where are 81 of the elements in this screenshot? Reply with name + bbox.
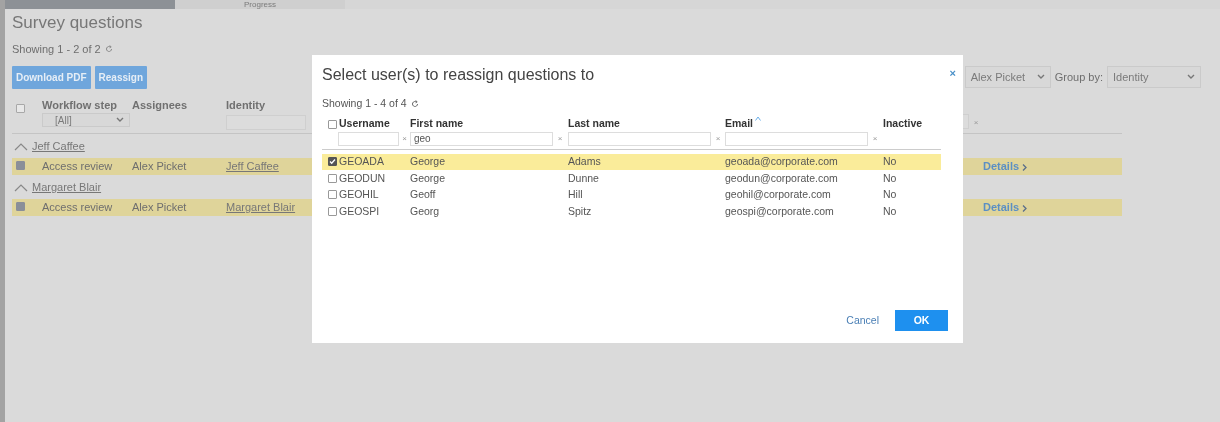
column-header[interactable]: Identity [226,96,306,113]
table-cell: GEOADA [339,155,384,168]
identity-link[interactable]: Jeff Caffee [226,160,279,173]
user-row[interactable]: GEOADA George Adams geoada@corporate.com No [322,153,941,171]
table-cell: geohil@corporate.com [725,188,831,201]
column-header[interactable]: First name [410,115,464,132]
clear-filter-icon[interactable]: × [969,117,983,129]
refresh-icon[interactable] [104,45,113,54]
row-checkbox[interactable] [328,206,337,216]
row-checkbox[interactable] [16,202,25,212]
table-cell: Geoff [410,188,436,201]
select-field[interactable]: [All] [42,113,130,127]
table-cell: GEOHIL [339,188,379,201]
table-cell: No [883,204,897,217]
column-header[interactable]: Inactive [883,115,923,132]
details-link[interactable]: Details [983,199,1028,216]
ok-button[interactable]: OK [895,310,948,331]
dialog-title: Select user(s) to reassign questions to [322,65,596,85]
result-count: Showing 1 - 4 of 4 [322,96,407,112]
clear-filter-icon[interactable]: × [711,132,725,145]
table-cell: No [883,188,897,201]
filter-field[interactable] [338,131,399,146]
result-count: Showing 1 - 2 of 2 [12,42,101,57]
row-checkbox[interactable] [328,190,337,200]
group-link[interactable]: Margaret Blair [32,178,102,196]
row-checkbox[interactable] [328,173,337,183]
row-checkbox[interactable] [16,161,25,171]
chevron-icon [1022,163,1028,171]
table-cell: geospi@corporate.com [725,204,834,217]
group-by-label: Group by: [1054,69,1103,85]
table-cell: Access review [42,201,113,214]
table-cell: geodun@corporate.com [725,171,838,184]
clear-filter-icon[interactable]: × [868,132,882,145]
filter-field[interactable] [568,131,711,146]
tab[interactable]: Progress [175,0,345,9]
close-button[interactable]: × [949,65,956,82]
filter-field[interactable] [725,131,868,146]
toolbar-button[interactable]: Reassign [94,65,148,89]
column-header[interactable]: Email [725,115,753,132]
row-checkbox[interactable] [328,157,337,167]
table-cell: Dunne [568,171,599,184]
select-all-checkbox[interactable] [16,103,25,113]
table-cell: Hill [568,188,583,201]
table-cell: No [883,155,897,168]
filter-field[interactable]: geo [410,131,553,146]
user-row[interactable]: GEOSPI Georg Spitz geospi@corporate.com No [322,203,941,220]
table-cell: George [410,155,446,168]
table-cell: GEODUN [339,171,386,184]
caret-icon[interactable] [1187,74,1195,80]
user-row[interactable]: GEODUN George Dunne geodun@corporate.com No [322,170,941,187]
table-cell: No [883,171,897,184]
table-cell: geoada@corporate.com [725,155,838,168]
cancel-button[interactable]: Cancel [846,312,879,329]
column-header[interactable]: Username [339,115,390,132]
column-header[interactable]: Last name [568,115,620,132]
toolbar-button[interactable]: Download PDF [12,65,91,89]
table-cell: Access review [42,160,113,173]
group-link[interactable]: Jeff Caffee [32,137,85,155]
chevron-icon [1022,204,1028,212]
user-row[interactable]: GEOHIL Geoff Hill geohil@corporate.com No [322,186,941,204]
identity-link[interactable]: Margaret Blair [226,201,296,214]
sort-ascending-icon[interactable] [755,115,761,121]
details-link[interactable]: Details [983,158,1028,175]
caret-icon[interactable] [116,117,124,123]
clear-filter-icon[interactable]: × [553,132,567,145]
select-field[interactable]: Alex Picket [964,66,1051,88]
table-cell: Adams [568,155,601,168]
refresh-icon[interactable] [410,100,419,109]
table-cell: Georg [410,204,440,217]
caret-icon[interactable] [1036,74,1045,80]
clear-filter-icon[interactable]: × [398,132,410,145]
table-cell: GEOSPI [339,204,380,217]
column-header[interactable]: Workflow step [42,96,132,113]
table-cell: Alex Picket [132,201,187,214]
table-cell: George [410,171,446,184]
table-cell: Spitz [568,204,592,217]
select-all-checkbox[interactable] [328,119,337,129]
page-title: Survey questions [12,13,144,33]
select-field[interactable]: Identity [1107,66,1201,88]
column-header[interactable]: Assignees [132,96,226,113]
table-cell: Alex Picket [132,160,187,173]
